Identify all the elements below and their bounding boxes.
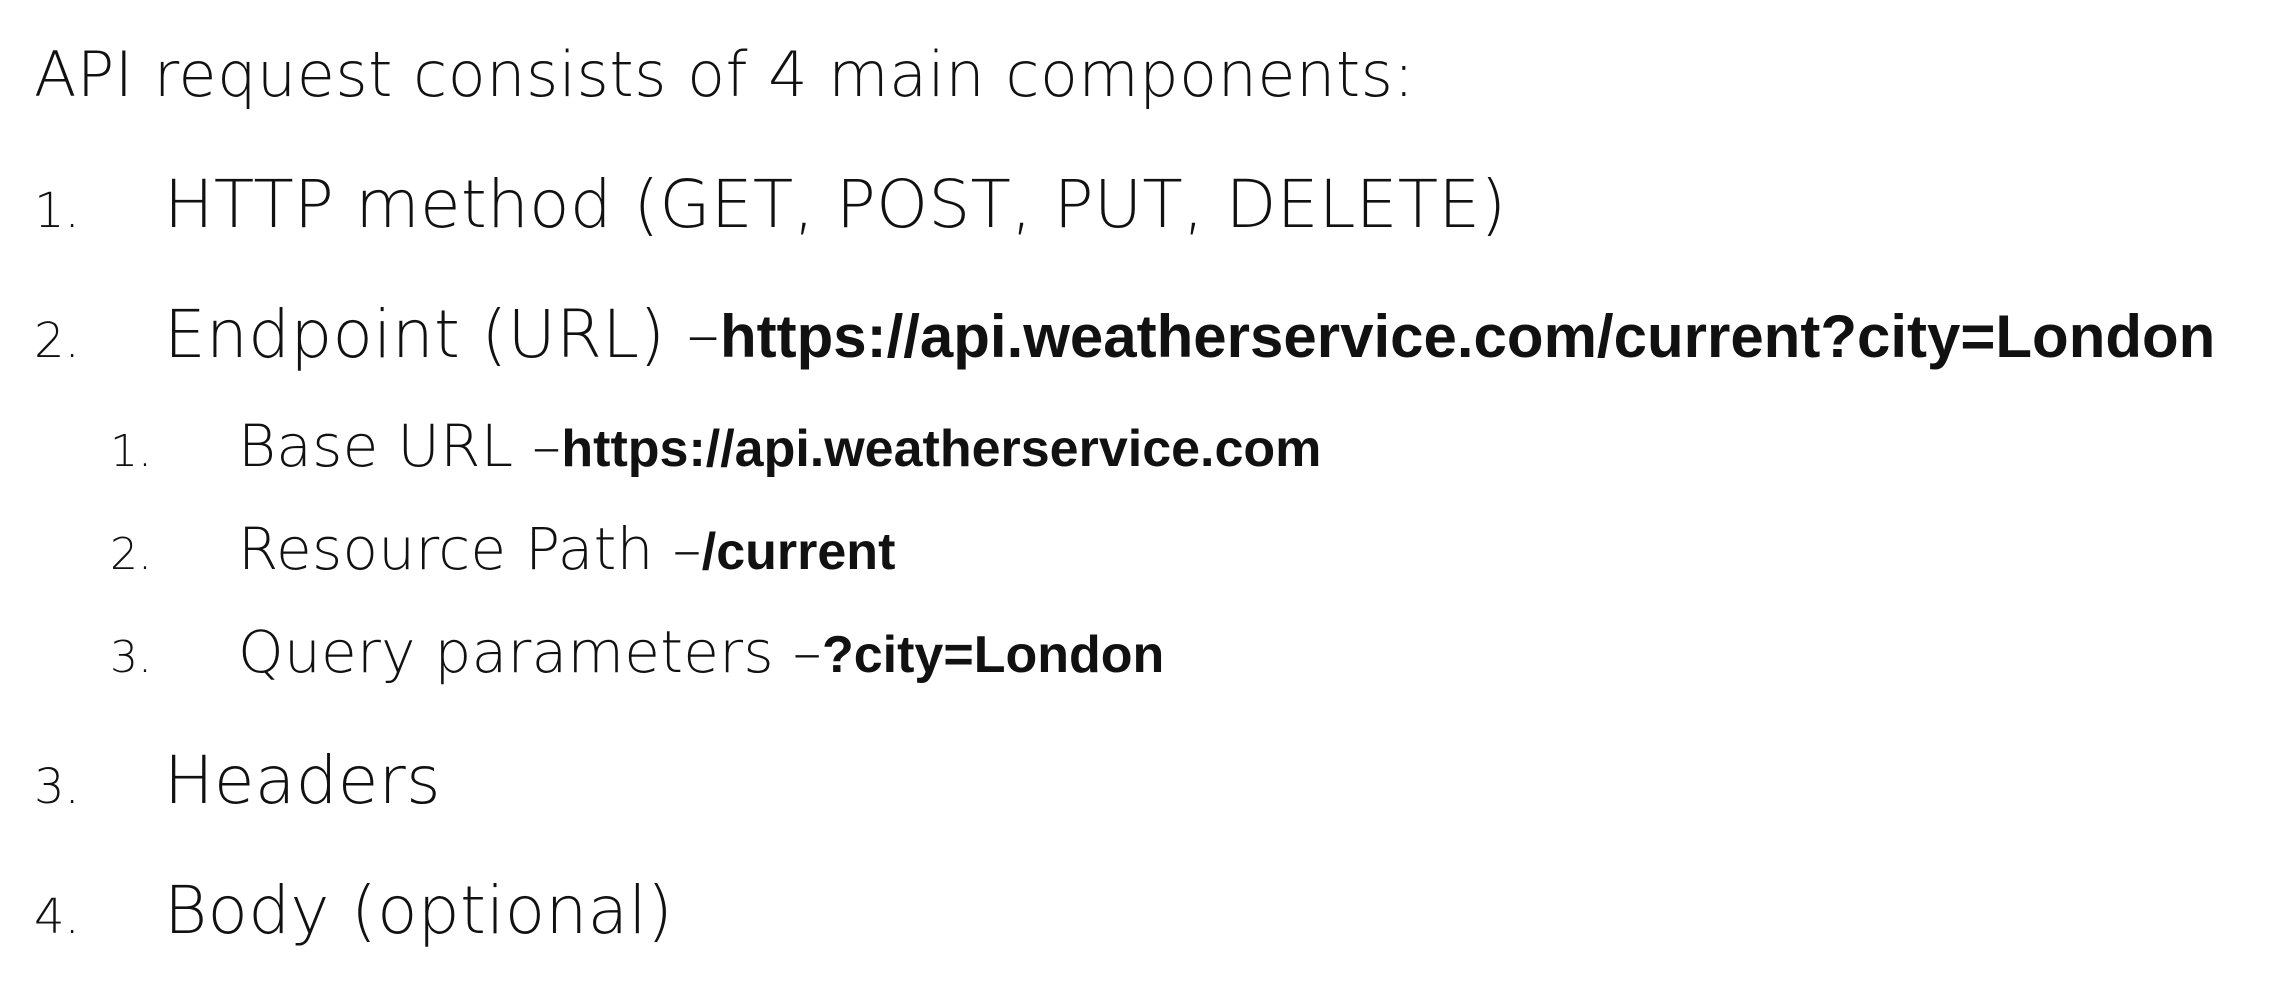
subitem-base-url: 1. Base URL – https://api.weatherservice… bbox=[110, 412, 1321, 480]
list-item-label: Endpoint (URL) – bbox=[164, 296, 720, 373]
sublist-number: 2. bbox=[110, 529, 152, 580]
list-item-http-method: 1. HTTP method (GET, POST, PUT, DELETE) bbox=[34, 166, 1506, 243]
list-item-label: Headers bbox=[164, 742, 441, 819]
subitem-label: Base URL – bbox=[238, 412, 562, 480]
subitem-query-parameters: 3. Query parameters – ?city=London bbox=[110, 618, 1164, 686]
query-parameters-value: ?city=London bbox=[821, 626, 1165, 684]
sublist-number: 1. bbox=[110, 426, 152, 477]
list-item-body: 4. Body (optional) bbox=[34, 872, 673, 949]
slide: API request consists of 4 main component… bbox=[0, 0, 2294, 990]
list-item-endpoint: 2. Endpoint (URL) – https://api.weathers… bbox=[34, 296, 2215, 373]
list-item-headers: 3. Headers bbox=[34, 742, 441, 819]
subitem-label: Query parameters – bbox=[238, 618, 822, 686]
list-item-label: HTTP method (GET, POST, PUT, DELETE) bbox=[164, 166, 1507, 243]
intro-text: API request consists of 4 main component… bbox=[34, 38, 1415, 111]
subitem-label: Resource Path – bbox=[238, 515, 702, 583]
list-item-label: Body (optional) bbox=[164, 872, 674, 949]
list-number: 3. bbox=[34, 759, 80, 815]
base-url-value: https://api.weatherservice.com bbox=[561, 420, 1322, 478]
list-number: 2. bbox=[34, 313, 80, 369]
subitem-resource-path: 2. Resource Path – /current bbox=[110, 515, 895, 583]
list-number: 1. bbox=[34, 183, 80, 239]
sublist-number: 3. bbox=[110, 632, 152, 683]
resource-path-value: /current bbox=[701, 523, 896, 581]
list-number: 4. bbox=[34, 889, 80, 945]
endpoint-url: https://api.weatherservice.com/current?c… bbox=[719, 303, 2216, 370]
